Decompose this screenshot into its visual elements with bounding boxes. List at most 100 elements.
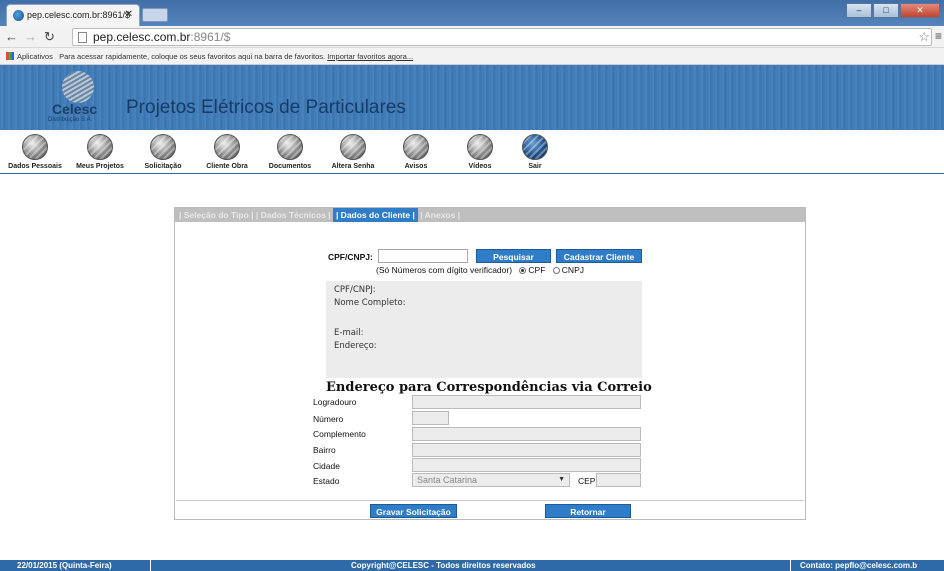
menu-item-meus-projetos[interactable]: Meus Projetos <box>67 134 133 170</box>
search-button[interactable]: Pesquisar <box>476 249 551 263</box>
close-window-button[interactable]: ✕ <box>900 3 940 18</box>
footer-copyright: Copyright@CELESC - Todos direitos reserv… <box>351 561 536 570</box>
estado-select-value: Santa Catarina <box>417 475 478 485</box>
globe-icon <box>13 10 24 21</box>
browser-tab[interactable]: pep.celesc.com.br:8961/$ ✕ <box>6 4 140 26</box>
return-button[interactable]: Retornar <box>545 504 631 518</box>
videos-icon <box>467 134 493 160</box>
bairro-label: Bairro <box>313 445 336 455</box>
save-request-button[interactable]: Gravar Solicitação <box>370 504 457 518</box>
cliente-obra-icon <box>214 134 240 160</box>
import-bookmarks-link[interactable]: Importar favoritos agora... <box>327 52 413 61</box>
wizard-tabs: | Seleção do Tipo | | Dados Técnicos | |… <box>175 208 805 222</box>
menu-item-label: Vídeos <box>468 163 492 170</box>
info-name-label: Nome Completo: <box>334 298 406 308</box>
site-title: Projetos Elétricos de Particulares <box>126 97 406 118</box>
logo-name: Celesc <box>52 101 98 117</box>
radio-cpf[interactable] <box>519 267 527 274</box>
cidade-field[interactable] <box>412 458 641 472</box>
close-tab-icon[interactable]: ✕ <box>125 9 133 20</box>
menu-item-dados-pessoais[interactable]: Dados Pessoais <box>2 134 68 170</box>
documentos-icon <box>277 134 303 160</box>
altera-senha-icon <box>340 134 366 160</box>
logradouro-label: Logradouro <box>313 397 357 407</box>
page-icon <box>78 32 87 43</box>
reload-icon[interactable]: ↻ <box>44 29 55 45</box>
browser-titlebar: pep.celesc.com.br:8961/$ ✕ – □ ✕ <box>0 0 944 26</box>
browser-toolbar: ← → ↻ pep.celesc.com.br:8961/$ ☆ ≡ <box>0 26 944 48</box>
radio-cnpj[interactable] <box>552 267 560 274</box>
numero-field[interactable] <box>412 411 449 425</box>
bookmarks-bar: Aplicativos Para acessar rapidamente, co… <box>0 48 944 65</box>
solicitacao-icon <box>150 134 176 160</box>
celesc-logo: Celesc Distribuição S.A. <box>48 71 110 129</box>
menu-item-label: Sair <box>528 163 542 170</box>
address-section-title: Endereço para Correspondências via Corre… <box>326 380 652 395</box>
estado-label: Estado <box>313 476 340 486</box>
cpf-cnpj-input[interactable] <box>378 249 468 263</box>
back-arrow-icon[interactable]: ← <box>5 29 18 44</box>
menu-item-label: Avisos <box>404 163 428 170</box>
menu-item-solicitacao[interactable]: Solicitação <box>130 134 196 170</box>
url-path: :8961/$ <box>190 30 231 44</box>
menu-item-label: Dados Pessoais <box>8 163 62 170</box>
bairro-field[interactable] <box>412 443 641 457</box>
avisos-icon <box>403 134 429 160</box>
menu-item-cliente-obra[interactable]: Cliente Obra <box>194 134 260 170</box>
register-client-button[interactable]: Cadastrar Cliente <box>556 249 642 263</box>
url-host: pep.celesc.com.br <box>93 30 191 44</box>
menu-item-avisos[interactable]: Avisos <box>383 134 449 170</box>
menu-item-altera-senha[interactable]: Altera Senha <box>320 134 386 170</box>
estado-select[interactable]: Santa Catarina ▼ <box>412 473 570 487</box>
info-cpf-label: CPF/CNPJ: <box>334 285 376 295</box>
complemento-field[interactable] <box>412 427 641 441</box>
cidade-label: Cidade <box>313 461 340 471</box>
forward-arrow-icon[interactable]: → <box>24 29 37 44</box>
window-controls: – □ ✕ <box>846 3 940 18</box>
tab-title: pep.celesc.com.br:8961/$ <box>27 10 131 20</box>
info-address-label: Endereço: <box>334 341 377 351</box>
menu-item-label: Meus Projetos <box>76 163 124 170</box>
info-email-label: E-mail: <box>334 328 364 338</box>
cep-field[interactable] <box>596 473 641 487</box>
cpf-cnpj-label: CPF/CNPJ: <box>328 252 373 262</box>
footer-divider <box>150 560 151 571</box>
site-banner: Celesc Distribuição S.A. Projetos Elétri… <box>0 65 944 130</box>
tab-dados-tecnicos[interactable]: | Dados Técnicos | <box>256 210 331 220</box>
sair-icon <box>522 134 548 160</box>
complemento-label: Complemento <box>313 429 366 439</box>
logo-globe-icon <box>62 71 94 103</box>
chevron-down-icon: ▼ <box>558 476 565 483</box>
radio-cpf-label: CPF <box>528 265 546 275</box>
maximize-button[interactable]: □ <box>873 3 899 18</box>
minimize-button[interactable]: – <box>846 3 872 18</box>
logo-subtitle: Distribuição S.A. <box>48 117 93 123</box>
logradouro-field[interactable] <box>412 395 641 409</box>
tab-selecao-tipo[interactable]: | Seleção do Tipo | <box>179 210 254 220</box>
tab-dados-cliente[interactable]: | Dados do Cliente | <box>332 208 418 222</box>
hamburger-menu-icon[interactable]: ≡ <box>935 29 942 43</box>
apps-grid-icon[interactable] <box>6 52 14 60</box>
menu-item-documentos[interactable]: Documentos <box>257 134 323 170</box>
form-actions: Gravar Solicitação Retornar <box>176 500 804 519</box>
page-footer: 22/01/2015 (Quinta-Feira) Copyright@CELE… <box>0 560 944 571</box>
new-tab-button[interactable] <box>142 8 168 22</box>
form-panel: | Seleção do Tipo | | Dados Técnicos | |… <box>174 207 806 520</box>
radio-cnpj-label: CNPJ <box>561 265 584 275</box>
menu-item-label: Solicitação <box>144 163 182 170</box>
numero-label: Número <box>313 414 344 424</box>
bookmark-star-icon[interactable]: ☆ <box>918 29 930 45</box>
tab-anexos[interactable]: | Anexos | <box>420 210 460 220</box>
menu-item-label: Altera Senha <box>331 163 375 170</box>
menu-item-sair[interactable]: Sair <box>502 134 568 170</box>
footer-date: 22/01/2015 (Quinta-Feira) <box>17 561 112 570</box>
main-menu: Dados Pessoais Meus Projetos Solicitação… <box>0 130 944 174</box>
client-info-box: CPF/CNPJ: Nome Completo: E-mail: Endereç… <box>326 281 642 378</box>
dados-pessoais-icon <box>22 134 48 160</box>
footer-contact[interactable]: Contato: pepflo@celesc.com.b <box>800 561 917 570</box>
address-bar[interactable]: pep.celesc.com.br:8961/$ <box>72 28 932 46</box>
apps-shortcut[interactable]: Aplicativos <box>17 52 53 61</box>
cep-label: CEP <box>578 476 596 486</box>
bookmarks-hint: Para acessar rapidamente, coloque os seu… <box>59 52 326 61</box>
footer-divider <box>790 560 791 571</box>
